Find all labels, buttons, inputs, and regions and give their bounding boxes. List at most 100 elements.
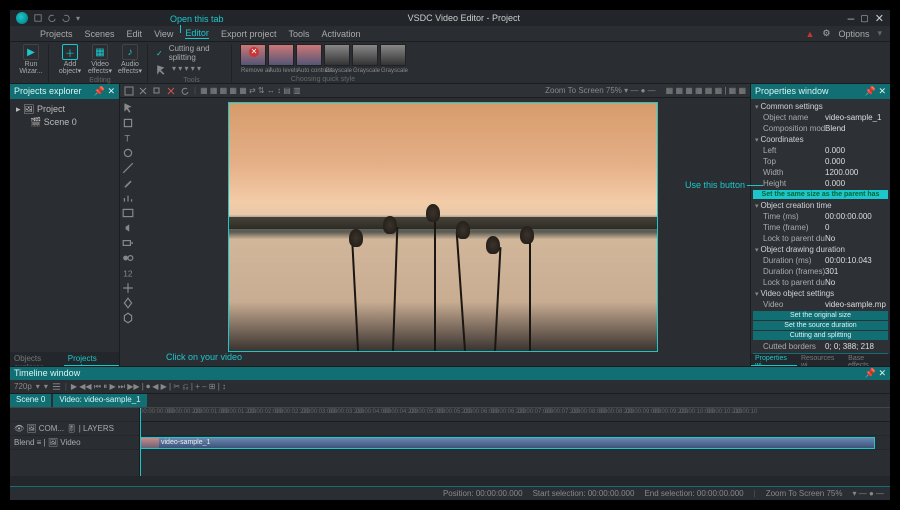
- zoom-label[interactable]: Zoom To Screen: [545, 86, 604, 95]
- rtab-effects[interactable]: Base effects ...: [844, 354, 890, 366]
- minimize-icon[interactable]: –: [848, 11, 855, 25]
- prop-left[interactable]: 0.000: [825, 145, 886, 156]
- timeline-close-icon[interactable]: 📌 ✕: [865, 368, 886, 379]
- sec-common[interactable]: Common settings: [753, 101, 888, 112]
- run-wizard-button[interactable]: ▶Run Wizar...: [18, 44, 44, 75]
- prop-height[interactable]: 0.000: [825, 178, 886, 189]
- timeline-ruler[interactable]: 00:00:00:00000:00:00:23000:00:01:00000:0…: [140, 408, 890, 422]
- rtab-properties[interactable]: Properties wi...: [751, 354, 797, 366]
- sec-vobj[interactable]: Video object settings: [753, 288, 888, 299]
- btn-cutting-splitting[interactable]: Cutting and splitting: [753, 331, 888, 340]
- qat-save-icon[interactable]: [34, 14, 42, 22]
- cb-undo-icon[interactable]: [180, 86, 190, 96]
- menu-tools[interactable]: Tools: [288, 29, 309, 39]
- vt-3d-icon[interactable]: [122, 312, 134, 324]
- cb-cut-icon[interactable]: [138, 86, 148, 96]
- prop-dur-fr[interactable]: 301: [825, 266, 886, 277]
- tl-tab-video[interactable]: Video: video-sample_1: [53, 394, 146, 407]
- btn-original-size[interactable]: Set the original size: [753, 311, 888, 320]
- prop-time-fr[interactable]: 0: [825, 222, 886, 233]
- vt-counter-icon[interactable]: 12: [122, 267, 134, 279]
- style-grayscale-3[interactable]: Grayscale: [380, 44, 406, 66]
- vt-text-icon[interactable]: T: [122, 132, 134, 144]
- cb-copy-icon[interactable]: [152, 86, 162, 96]
- btn-same-size-parent[interactable]: Set the same size as the parent has: [753, 190, 888, 199]
- vt-chart-icon[interactable]: [122, 192, 134, 204]
- status-zoom[interactable]: Zoom To Screen 75%: [766, 489, 843, 498]
- prop-top[interactable]: 0.000: [825, 156, 886, 167]
- tree-scene[interactable]: 🎬 Scene 0: [16, 116, 113, 129]
- playhead[interactable]: [140, 408, 141, 476]
- prop-lock1[interactable]: No: [825, 233, 886, 244]
- tl-row-video[interactable]: Blend ≡ | 🖼 Video: [10, 436, 139, 450]
- vt-pen-icon[interactable]: [122, 177, 134, 189]
- vt-audio-icon[interactable]: [122, 222, 134, 234]
- qat-undo-icon[interactable]: [48, 14, 56, 22]
- video-clip[interactable]: video-sample_1: [140, 437, 875, 449]
- options-gear-icon[interactable]: ⚙: [822, 28, 830, 39]
- prop-cutborders[interactable]: 0; 0; 388; 218: [825, 341, 886, 352]
- tl-fps-dropdown[interactable]: ▾: [44, 382, 48, 391]
- timeline-tracks[interactable]: 00:00:00:00000:00:00:23000:00:01:00000:0…: [140, 408, 890, 476]
- audio-effects-button[interactable]: ♪Audio effects▾: [117, 44, 143, 75]
- vt-line-icon[interactable]: [122, 162, 134, 174]
- sec-coord[interactable]: Coordinates: [753, 134, 888, 145]
- menu-projects[interactable]: Projects: [40, 29, 73, 39]
- menu-view[interactable]: View: [154, 29, 173, 39]
- options-label[interactable]: Options: [838, 29, 869, 39]
- track-layers[interactable]: [140, 422, 890, 436]
- track-video[interactable]: video-sample_1: [140, 436, 890, 450]
- menu-editor[interactable]: Editor: [185, 28, 209, 39]
- tool-cursor-icon[interactable]: [156, 64, 168, 76]
- cb-align-icons[interactable]: ▦ ▦ ▦ ▦ ▦ ⇄ ⇅ ↔ ↕ ▤ ▥: [200, 86, 301, 95]
- qat-redo-icon[interactable]: [62, 14, 70, 22]
- close-icon[interactable]: ✕: [875, 12, 884, 25]
- rtab-resources[interactable]: Resources wi...: [797, 354, 844, 366]
- prop-time-ms[interactable]: 00:00:00.000: [825, 211, 886, 222]
- tree-root[interactable]: ▸ 🖼 Project: [16, 103, 113, 116]
- menu-scenes[interactable]: Scenes: [85, 29, 115, 39]
- vt-animation-icon[interactable]: [122, 282, 134, 294]
- cb-more-icons[interactable]: ▦ ▦ ▦ ▦ ▦ ▦ | ▦ ▦: [666, 86, 746, 95]
- style-auto-levels[interactable]: Auto levels: [268, 44, 294, 66]
- cb-delete-icon[interactable]: [166, 86, 176, 96]
- prop-video[interactable]: video-sample.mp4; ID=: [825, 299, 886, 310]
- maximize-icon[interactable]: ▢: [860, 13, 869, 24]
- btn-source-duration[interactable]: Set the source duration: [753, 321, 888, 330]
- sec-creation[interactable]: Object creation time: [753, 200, 888, 211]
- canvas-area[interactable]: Click on your video: [136, 98, 750, 366]
- prop-object-name[interactable]: video-sample_1: [825, 112, 886, 123]
- cb-new-icon[interactable]: [124, 86, 134, 96]
- style-remove-all[interactable]: ✕Remove all: [240, 44, 266, 66]
- tab-projects-explorer[interactable]: Projects explorer: [64, 352, 119, 366]
- style-grayscale-2[interactable]: Grayscale: [352, 44, 378, 66]
- add-object-button[interactable]: ＋Add object▾: [57, 44, 83, 75]
- timeline-hscroll[interactable]: [10, 476, 890, 486]
- sec-drawdur[interactable]: Object drawing duration: [753, 244, 888, 255]
- tl-align-icon[interactable]: [52, 382, 61, 391]
- vt-pointer-icon[interactable]: [122, 102, 134, 114]
- vt-image-icon[interactable]: [122, 207, 134, 219]
- prop-width[interactable]: 1200.000: [825, 167, 886, 178]
- tl-playback-icons[interactable]: ▶ ◀◀ ⏮ ⏸ ▶ ⏭ ▶▶ | ⏺ ◀ ▶ | ✂ ⎌ | + – ⊞ | …: [71, 382, 226, 392]
- prop-lock2[interactable]: No: [825, 277, 886, 288]
- menu-activation[interactable]: Activation: [321, 29, 360, 39]
- menu-export[interactable]: Export project: [221, 29, 277, 39]
- vt-video-icon[interactable]: [122, 237, 134, 249]
- zoom-value[interactable]: 75%: [606, 86, 622, 95]
- vt-sprite-icon[interactable]: [122, 252, 134, 264]
- tl-tab-scene[interactable]: Scene 0: [10, 394, 51, 407]
- style-grayscale-1[interactable]: Grayscale: [324, 44, 350, 66]
- tab-objects-explorer[interactable]: Objects explorer: [10, 352, 64, 366]
- tl-res-dropdown[interactable]: 720p: [14, 382, 32, 391]
- cutting-splitting-checkbox[interactable]: Cutting and splitting: [169, 44, 227, 62]
- tl-row-layers[interactable]: 👁 🖼 COM... 🎚 | LAYERS: [10, 422, 139, 436]
- prop-dur-ms[interactable]: 00:00:10.043: [825, 255, 886, 266]
- video-effects-button[interactable]: ▦Video effects▾: [87, 44, 113, 75]
- menu-edit[interactable]: Edit: [127, 29, 143, 39]
- video-selection[interactable]: [228, 102, 658, 352]
- panel-pin-icon[interactable]: 📌 ✕: [94, 86, 115, 97]
- prop-composition[interactable]: Blend: [825, 123, 886, 134]
- prop-pin-icon[interactable]: 📌 ✕: [865, 86, 886, 97]
- vt-shape-icon[interactable]: [122, 147, 134, 159]
